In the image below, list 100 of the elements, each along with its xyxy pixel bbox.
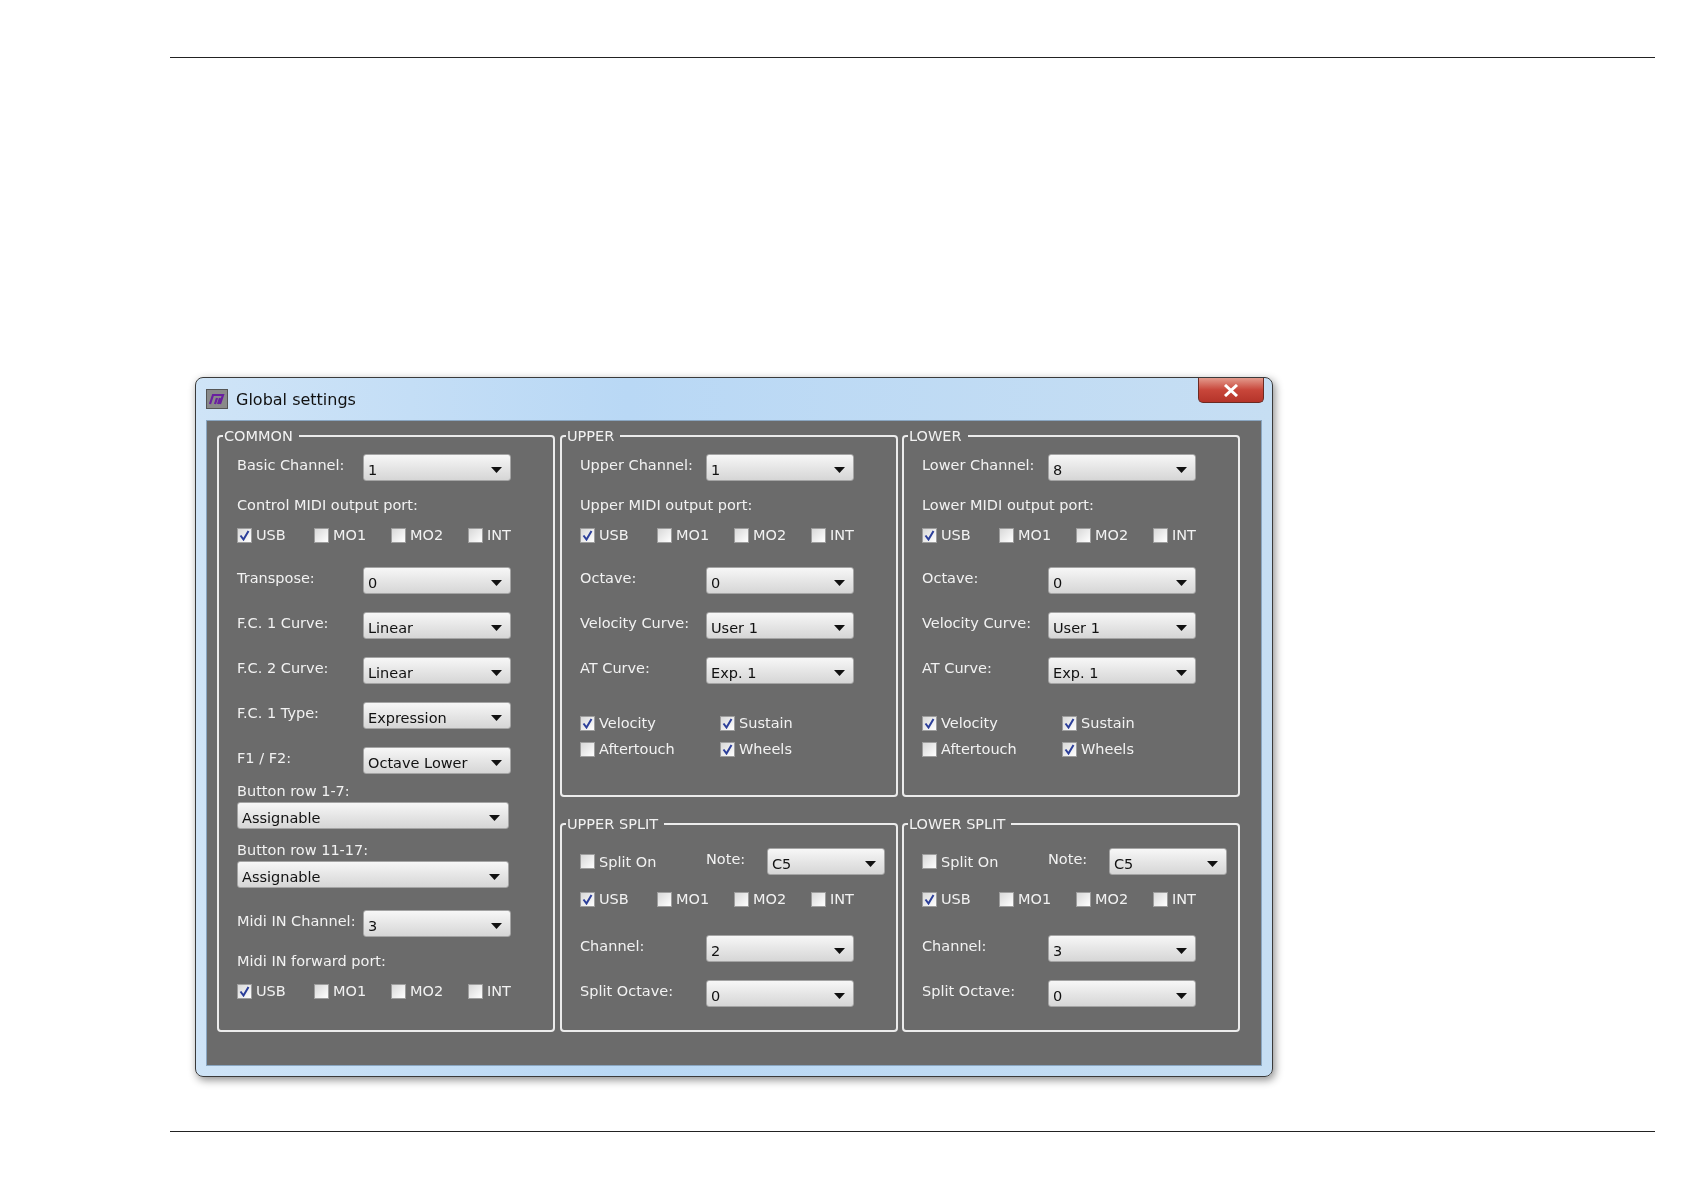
checkbox-label: Sustain	[739, 715, 793, 731]
dropdown[interactable]: Assignable	[237, 802, 509, 829]
checkbox-label: MO2	[1095, 527, 1129, 543]
caret-icon	[491, 714, 502, 721]
checkbox[interactable]	[999, 891, 1014, 907]
caret-icon	[491, 669, 502, 676]
checkbox[interactable]	[391, 527, 406, 543]
dropdown[interactable]: 1	[363, 454, 511, 481]
checkbox[interactable]	[1062, 741, 1077, 757]
dropdown[interactable]: Assignable	[237, 861, 509, 888]
caret-icon	[834, 624, 845, 631]
checkbox[interactable]	[734, 891, 749, 907]
checkbox-label: INT	[1172, 527, 1196, 543]
dropdown[interactable]: 0	[706, 567, 854, 594]
dropdown[interactable]: 0	[706, 980, 854, 1007]
dropdown[interactable]: 0	[363, 567, 511, 594]
dropdown[interactable]: Exp. 1	[1048, 657, 1196, 684]
dropdown[interactable]: 0	[1048, 980, 1196, 1007]
checkbox-label: USB	[599, 891, 629, 907]
app-icon	[206, 389, 228, 409]
checkbox[interactable]	[1153, 891, 1168, 907]
checkbox-label: USB	[941, 891, 971, 907]
checkbox-label: Split On	[941, 853, 999, 870]
dropdown[interactable]: 8	[1048, 454, 1196, 481]
dropdown[interactable]: 1	[706, 454, 854, 481]
check-mark-icon	[582, 893, 593, 905]
checkbox[interactable]	[580, 854, 595, 869]
checkbox-label: MO1	[676, 891, 710, 907]
checkbox[interactable]	[1062, 715, 1077, 731]
checkbox[interactable]	[922, 715, 937, 731]
check-mark-icon	[1064, 717, 1075, 729]
checkbox-label: Wheels	[739, 741, 792, 757]
checkbox-label: INT	[1172, 891, 1196, 907]
group-title: LOWER	[908, 427, 963, 445]
checkbox[interactable]	[1076, 527, 1091, 543]
checkbox[interactable]	[1076, 891, 1091, 907]
caret-icon	[1207, 860, 1218, 867]
field-label: AT Curve:	[580, 659, 651, 678]
field-label: Octave:	[580, 569, 638, 588]
close-button[interactable]	[1198, 378, 1264, 403]
checkbox[interactable]	[314, 527, 329, 543]
group-title: COMMON	[223, 427, 294, 445]
checkbox-label: MO2	[753, 891, 787, 907]
checkbox-label: MO1	[676, 527, 710, 543]
checkbox[interactable]	[734, 527, 749, 543]
checkbox[interactable]	[580, 527, 595, 543]
check-mark-icon	[582, 529, 593, 541]
group-title: UPPER	[566, 427, 616, 445]
checkbox-label: MO2	[753, 527, 787, 543]
caret-icon	[1176, 669, 1187, 676]
dropdown[interactable]: Linear	[363, 612, 511, 639]
checkbox[interactable]	[314, 983, 329, 999]
field-label: Upper Channel:	[580, 456, 694, 475]
checkbox[interactable]	[720, 741, 735, 757]
checkbox[interactable]	[657, 527, 672, 543]
checkbox[interactable]	[922, 854, 937, 869]
checkbox[interactable]	[580, 741, 595, 757]
dropdown[interactable]: C5	[767, 848, 885, 875]
checkbox[interactable]	[811, 891, 826, 907]
checkbox-label: USB	[599, 527, 629, 543]
checkbox-label: MO1	[1018, 891, 1052, 907]
dropdown[interactable]: Exp. 1	[706, 657, 854, 684]
checkbox[interactable]	[237, 983, 252, 999]
caret-icon	[491, 466, 502, 473]
dropdown[interactable]: User 1	[706, 612, 854, 639]
dropdown[interactable]: 3	[1048, 935, 1196, 962]
checkbox[interactable]	[922, 741, 937, 757]
checkbox-label: Velocity	[599, 715, 656, 731]
checkbox-label: MO1	[333, 527, 367, 543]
dropdown[interactable]: 2	[706, 935, 854, 962]
dropdown[interactable]: Expression	[363, 702, 511, 729]
checkbox-label: Aftertouch	[941, 741, 1017, 757]
field-label: F.C. 2 Curve:	[237, 659, 330, 678]
checkbox[interactable]	[580, 715, 595, 731]
checkbox[interactable]	[720, 715, 735, 731]
caret-icon	[1176, 624, 1187, 631]
field-label: Octave:	[922, 569, 980, 588]
checkbox[interactable]	[468, 527, 483, 543]
field-label: Channel:	[922, 937, 988, 956]
checkbox-label: INT	[830, 891, 854, 907]
dropdown[interactable]: User 1	[1048, 612, 1196, 639]
checkbox[interactable]	[237, 527, 252, 543]
dropdown[interactable]: 3	[363, 910, 511, 937]
field-label: Button row 11-17:	[237, 842, 369, 858]
checkbox[interactable]	[391, 983, 406, 999]
checkbox[interactable]	[922, 891, 937, 907]
checkbox[interactable]	[468, 983, 483, 999]
checkbox[interactable]	[999, 527, 1014, 543]
dropdown[interactable]: 0	[1048, 567, 1196, 594]
checkbox[interactable]	[1153, 527, 1168, 543]
checkbox[interactable]	[922, 527, 937, 543]
dropdown[interactable]: C5	[1109, 848, 1227, 875]
checkbox[interactable]	[811, 527, 826, 543]
checkbox-label: Wheels	[1081, 741, 1134, 757]
check-mark-icon	[1064, 743, 1075, 755]
checkbox[interactable]	[580, 891, 595, 907]
checkbox[interactable]	[657, 891, 672, 907]
dropdown[interactable]: Octave Lower	[363, 747, 511, 774]
caret-icon	[491, 922, 502, 929]
dropdown[interactable]: Linear	[363, 657, 511, 684]
